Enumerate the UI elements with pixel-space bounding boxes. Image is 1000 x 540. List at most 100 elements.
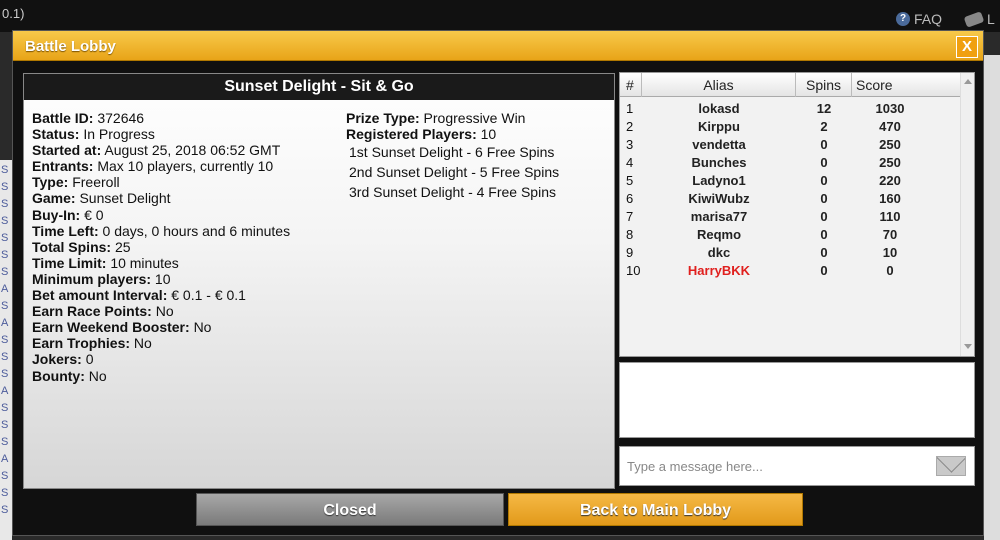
chat-messages-area	[619, 362, 975, 438]
rank-cell: 9	[626, 245, 634, 260]
alias-cell: lokasd	[698, 101, 740, 116]
battle-details-panel: Sunset Delight - Sit & Go Battle ID: 372…	[23, 73, 615, 489]
spins-cell: 2	[820, 119, 828, 134]
table-row[interactable]: 5 Ladyno1 0 220	[620, 172, 960, 190]
alias-cell: KiwiWubz	[688, 191, 750, 206]
background-left-column: SSSSSSSASASSSASSSASSS	[0, 160, 12, 540]
detail-label: Time Left:	[32, 222, 99, 239]
faq-label: FAQ	[914, 11, 943, 27]
table-row[interactable]: 10 HarryBKK 0 0	[620, 262, 960, 280]
chat-input-box	[619, 446, 975, 486]
score-cell: 250	[879, 155, 901, 170]
alias-cell: Ladyno1	[692, 173, 746, 188]
background-letter: S	[1, 419, 9, 431]
detail-value: No	[193, 319, 212, 336]
detail-label: Total Spins:	[32, 238, 112, 255]
detail-value: € 0	[84, 206, 104, 223]
background-letter: S	[1, 470, 9, 482]
prize-info: Prize Type: Progressive Win Registered P…	[346, 110, 559, 202]
table-row[interactable]: 6 KiwiWubz 0 160	[620, 190, 960, 208]
background-letter: S	[1, 300, 9, 312]
close-button[interactable]: X	[956, 36, 978, 58]
background-letter: S	[1, 215, 9, 227]
table-row[interactable]: 2 Kirppu 2 470	[620, 118, 960, 136]
table-row[interactable]: 8 Reqmo 0 70	[620, 226, 960, 244]
detail-value: No	[155, 303, 174, 320]
detail-row: Started at: August 25, 2018 06:52 GMT	[32, 142, 290, 158]
back-to-main-lobby-button[interactable]: Back to Main Lobby	[508, 493, 803, 526]
score-cell: 70	[882, 227, 898, 242]
spins-cell: 0	[820, 263, 828, 278]
modal-titlebar: Battle Lobby X	[13, 31, 983, 61]
detail-value: In Progress	[83, 126, 155, 143]
table-row[interactable]: 3 vendetta 0 250	[620, 136, 960, 154]
detail-row: Game: Sunset Delight	[32, 190, 290, 206]
background-letter: S	[1, 181, 9, 193]
rank-cell: 6	[626, 191, 634, 206]
chat-message-input[interactable]	[627, 456, 927, 476]
detail-label: Buy-In:	[32, 206, 81, 223]
prize-type-label: Prize Type:	[346, 110, 420, 126]
detail-value: € 0.1 - € 0.1	[171, 287, 246, 304]
battle-lobby-modal: Battle Lobby X Sunset Delight - Sit & Go…	[12, 30, 984, 536]
detail-value: No	[88, 367, 107, 384]
background-letter: S	[1, 487, 9, 499]
faq-link[interactable]: ? FAQ	[896, 11, 942, 27]
spins-cell: 0	[820, 209, 828, 224]
registered-players-label: Registered Players:	[346, 126, 477, 143]
detail-row: Buy-In: € 0	[32, 207, 290, 223]
column-header-spins[interactable]: Spins	[796, 73, 852, 97]
background-letter: S	[1, 368, 9, 380]
spins-cell: 0	[820, 245, 828, 260]
spins-cell: 0	[820, 191, 828, 206]
detail-value: Max 10 players, currently 10	[97, 158, 274, 175]
alias-cell: Reqmo	[696, 227, 742, 242]
table-scrollbar[interactable]	[960, 73, 974, 356]
spins-cell: 0	[820, 137, 828, 152]
rank-cell: 1	[626, 101, 634, 116]
detail-value: 10 minutes	[110, 254, 179, 271]
ticket-icon	[963, 10, 985, 28]
detail-label: Status:	[32, 126, 80, 143]
column-header-rank[interactable]: #	[620, 73, 642, 97]
detail-label: Bounty:	[32, 367, 85, 384]
detail-row: Total Spins: 25	[32, 239, 290, 255]
detail-label: Minimum players:	[32, 270, 152, 287]
background-letter: A	[1, 317, 9, 329]
table-row[interactable]: 7 marisa77 0 110	[620, 208, 960, 226]
rank-cell: 4	[626, 155, 634, 170]
scroll-up-icon[interactable]	[964, 79, 972, 84]
spins-cell: 12	[816, 101, 832, 116]
closed-button[interactable]: Closed	[196, 493, 504, 526]
rank-cell: 10	[626, 263, 641, 278]
background-right-link[interactable]: L	[963, 10, 995, 28]
rank-cell: 7	[626, 209, 634, 224]
rank-cell: 8	[626, 227, 634, 242]
detail-row: Status: In Progress	[32, 126, 290, 142]
envelope-icon[interactable]	[936, 456, 966, 476]
table-body: 1 lokasd 12 1030 2 Kirppu 2 470 3 vendetta 0 250 4 Bu…	[620, 100, 960, 280]
detail-label: Entrants:	[32, 158, 94, 175]
rank-cell: 2	[626, 119, 634, 134]
background-letter: A	[1, 385, 9, 397]
table-row[interactable]: 9 dkc 0 10	[620, 244, 960, 262]
background-letter: S	[1, 504, 9, 516]
background-letter: S	[1, 198, 9, 210]
detail-value: Sunset Delight	[79, 190, 171, 207]
background-letter: S	[1, 334, 9, 346]
registered-players-row: Registered Players: 10	[346, 126, 559, 142]
detail-row: Type: Freeroll	[32, 174, 290, 190]
score-cell: 0	[886, 263, 894, 278]
column-header-alias[interactable]: Alias	[642, 73, 796, 97]
table-row[interactable]: 4 Bunches 0 250	[620, 154, 960, 172]
scroll-down-icon[interactable]	[964, 344, 972, 349]
alias-cell: dkc	[707, 245, 731, 260]
table-row[interactable]: 1 lokasd 12 1030	[620, 100, 960, 118]
background-top-bar	[0, 0, 1000, 32]
column-header-score[interactable]: Score	[852, 73, 960, 97]
background-letter: A	[1, 453, 9, 465]
background-version-text: 0.1)	[2, 6, 25, 21]
alias-cell: marisa77	[690, 209, 748, 224]
detail-value: No	[133, 335, 152, 352]
score-cell: 470	[879, 119, 901, 134]
